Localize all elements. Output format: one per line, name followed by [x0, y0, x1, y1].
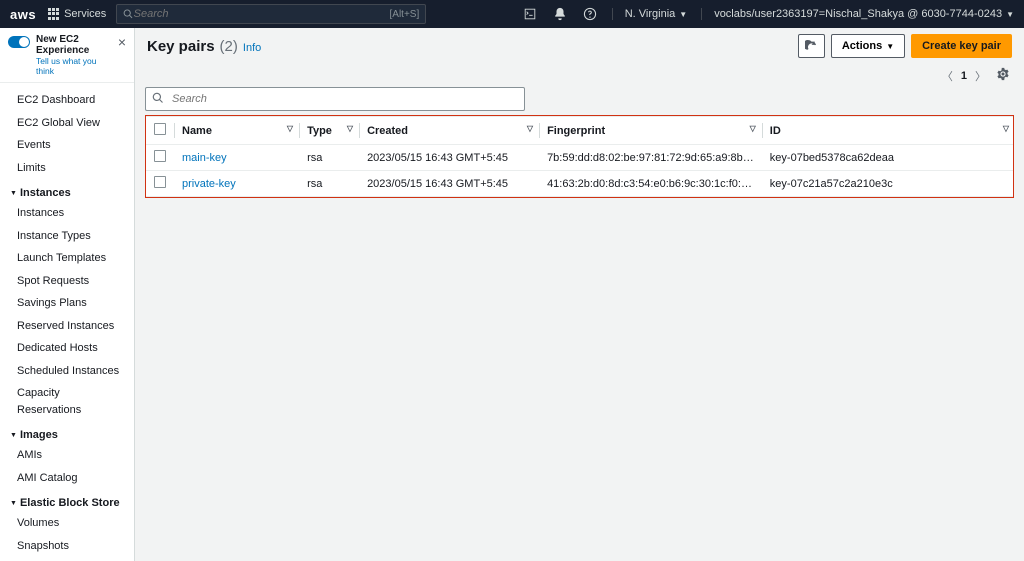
sidebar-group-header[interactable]: Instances [0, 179, 134, 202]
table-search-row [145, 87, 1014, 111]
cell-type: rsa [299, 145, 359, 171]
key-pairs-table: Name▽ Type▽ Created▽ Fingerprint▽ ID▽ ma… [146, 116, 1013, 197]
cell-created: 2023/05/15 16:43 GMT+5:45 [359, 171, 539, 197]
page-next[interactable]: 〉 [975, 68, 986, 84]
notifications-icon[interactable] [552, 6, 568, 22]
cell-created: 2023/05/15 16:43 GMT+5:45 [359, 145, 539, 171]
account-label: voclabs/user2363197=Nischal_Shakya @ 603… [714, 8, 1002, 20]
chevron-down-icon: ▼ [679, 10, 687, 19]
sidebar-item[interactable]: AMI Catalog [0, 467, 134, 490]
sort-icon[interactable]: ▽ [750, 124, 756, 133]
col-type[interactable]: Type▽ [299, 117, 359, 145]
cell-fingerprint: 7b:59:dd:d8:02:be:97:81:72:9d:65:a9:8b… [539, 145, 762, 171]
table-row: main-keyrsa2023/05/15 16:43 GMT+5:457b:5… [146, 145, 1013, 171]
sort-icon[interactable]: ▽ [287, 124, 293, 133]
sidebar-item[interactable]: Instances [0, 202, 134, 225]
create-key-pair-button[interactable]: Create key pair [911, 34, 1012, 58]
sidebar-item[interactable]: Limits [0, 157, 134, 180]
col-fingerprint[interactable]: Fingerprint▽ [539, 117, 762, 145]
sidebar-item[interactable]: Instance Types [0, 225, 134, 248]
refresh-button[interactable] [798, 34, 825, 58]
cell-id: key-07c21a57c2a210e3c [762, 171, 1013, 197]
region-label: N. Virginia [625, 8, 676, 20]
settings-button[interactable] [996, 67, 1010, 84]
services-label: Services [64, 8, 106, 20]
sidebar-item[interactable]: Snapshots [0, 535, 134, 558]
new-experience-subtitle[interactable]: Tell us what you think [36, 56, 112, 76]
sidebar-item[interactable]: Capacity Reservations [0, 382, 134, 421]
actions-label: Actions [842, 40, 882, 52]
nav-list: EC2 DashboardEC2 Global ViewEventsLimits… [0, 83, 134, 561]
pagination: 〈 1 〉 [942, 68, 986, 84]
topnav-right: N. Virginia ▼ voclabs/user2363197=Nischa… [522, 6, 1014, 22]
sidebar-item[interactable]: Spot Requests [0, 270, 134, 293]
sidebar-item[interactable]: Launch Templates [0, 247, 134, 270]
chevron-down-icon: ▼ [1006, 10, 1014, 19]
search-shortcut: [Alt+S] [390, 9, 420, 20]
refresh-icon [805, 40, 818, 53]
page-current[interactable]: 1 [961, 70, 967, 82]
sidebar-group-header[interactable]: Elastic Block Store [0, 489, 134, 512]
new-experience-banner: New EC2 Experience Tell us what you thin… [0, 28, 134, 83]
grid-icon [48, 8, 60, 20]
table-row: private-keyrsa2023/05/15 16:43 GMT+5:454… [146, 171, 1013, 197]
main-content: Key pairs (2) Info Actions ▼ Create key … [135, 28, 1024, 561]
page-header: Key pairs (2) Info Actions ▼ Create key … [145, 32, 1014, 64]
new-experience-toggle[interactable] [8, 36, 30, 48]
sidebar-item[interactable]: Dedicated Hosts [0, 337, 134, 360]
chevron-down-icon: ▼ [886, 42, 894, 51]
create-label: Create key pair [922, 40, 1001, 52]
cell-id: key-07bed5378ca62deaa [762, 145, 1013, 171]
table-highlight: Name▽ Type▽ Created▽ Fingerprint▽ ID▽ ma… [145, 115, 1014, 198]
sidebar-item[interactable]: Events [0, 134, 134, 157]
col-id[interactable]: ID▽ [762, 117, 1013, 145]
new-experience-title: New EC2 Experience [36, 34, 112, 56]
services-menu[interactable]: Services [48, 8, 106, 20]
gear-icon [996, 67, 1010, 81]
sort-icon[interactable]: ▽ [1003, 124, 1009, 133]
cloudshell-icon[interactable] [522, 6, 538, 22]
global-search[interactable]: [Alt+S] [116, 4, 426, 24]
sidebar-group-header[interactable]: Images [0, 421, 134, 444]
sidebar-item[interactable]: EC2 Dashboard [0, 89, 134, 112]
cell-name[interactable]: private-key [174, 171, 299, 197]
sidebar-item[interactable]: EC2 Global View [0, 112, 134, 135]
select-all-checkbox[interactable] [154, 123, 166, 135]
global-search-input[interactable] [134, 8, 390, 20]
col-name[interactable]: Name▽ [174, 117, 299, 145]
sub-toolbar: 〈 1 〉 [145, 64, 1014, 87]
region-selector[interactable]: N. Virginia ▼ [612, 8, 687, 20]
sidebar: New EC2 Experience Tell us what you thin… [0, 28, 135, 561]
search-icon [152, 92, 164, 104]
page-prev[interactable]: 〈 [942, 68, 953, 84]
row-checkbox[interactable] [154, 176, 166, 188]
sidebar-item[interactable]: Lifecycle Manager [0, 557, 134, 561]
aws-logo[interactable]: aws [10, 7, 36, 22]
account-menu[interactable]: voclabs/user2363197=Nischal_Shakya @ 603… [701, 8, 1014, 20]
col-created[interactable]: Created▽ [359, 117, 539, 145]
sidebar-item[interactable]: Reserved Instances [0, 315, 134, 338]
sort-icon[interactable]: ▽ [347, 124, 353, 133]
page-title: Key pairs (2) Info [147, 38, 261, 55]
sidebar-item[interactable]: Volumes [0, 512, 134, 535]
actions-button[interactable]: Actions ▼ [831, 34, 905, 58]
sidebar-item[interactable]: Scheduled Instances [0, 360, 134, 383]
sidebar-item[interactable]: Savings Plans [0, 292, 134, 315]
cell-type: rsa [299, 171, 359, 197]
row-checkbox[interactable] [154, 150, 166, 162]
page-title-text: Key pairs [147, 38, 215, 55]
help-icon[interactable] [582, 6, 598, 22]
top-navbar: aws Services [Alt+S] N. Virginia ▼ vocla… [0, 0, 1024, 28]
cell-name[interactable]: main-key [174, 145, 299, 171]
close-icon[interactable]: × [118, 34, 126, 50]
info-link[interactable]: Info [243, 42, 261, 54]
page-count: (2) [220, 38, 238, 55]
cell-fingerprint: 41:63:2b:d0:8d:c3:54:e0:b6:9c:30:1c:f0:… [539, 171, 762, 197]
sort-icon[interactable]: ▽ [527, 124, 533, 133]
table-search-input[interactable] [145, 87, 525, 111]
search-icon [123, 8, 133, 20]
page-actions: Actions ▼ Create key pair [798, 34, 1012, 58]
sidebar-item[interactable]: AMIs [0, 444, 134, 467]
